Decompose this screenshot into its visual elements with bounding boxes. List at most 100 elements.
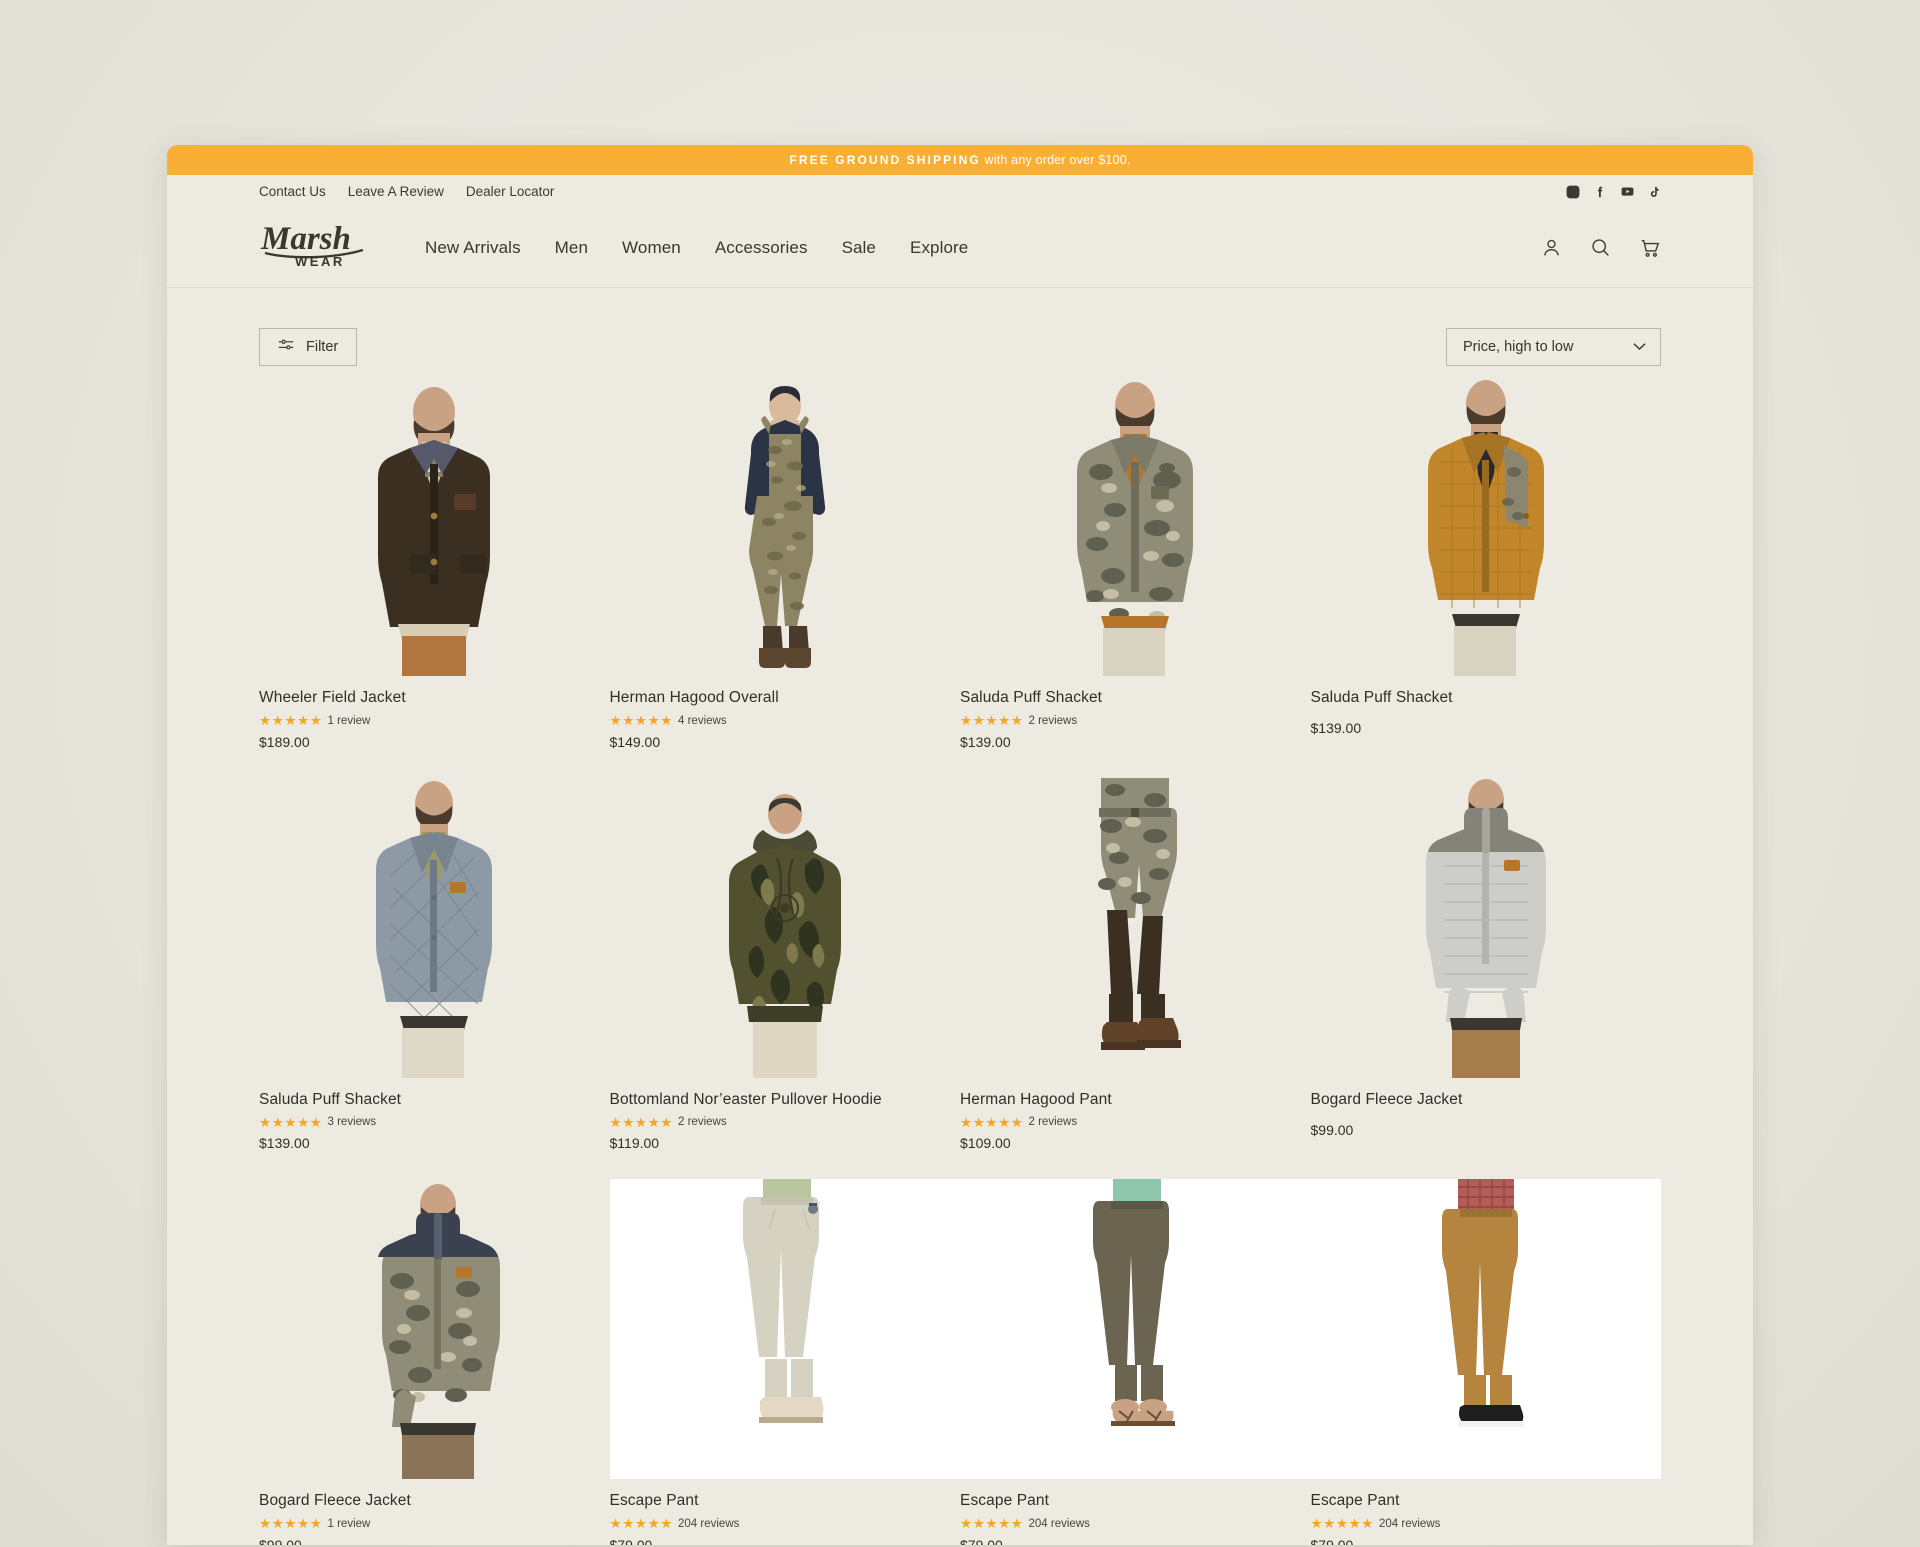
product-card[interactable]: Saluda Puff Shacket $139.00	[1311, 376, 1662, 750]
search-icon[interactable]	[1590, 237, 1611, 258]
announcement-text: FREE GROUND SHIPPING with any order over…	[789, 153, 1130, 167]
nav-item-accessories[interactable]: Accessories	[715, 238, 808, 258]
product-price: $119.00	[609, 1135, 660, 1151]
product-card[interactable]: Saluda Puff Shacket ★★★★★ 3 reviews $139…	[259, 777, 610, 1151]
product-card[interactable]: Wheeler Field Jacket ★★★★★ 1 review $189…	[259, 376, 610, 750]
tiktok-icon[interactable]	[1648, 185, 1661, 199]
nav-item-sale[interactable]: Sale	[842, 238, 876, 258]
product-image[interactable]	[259, 777, 610, 1078]
product-title: Escape Pant	[1310, 1492, 1400, 1509]
product-card[interactable]: Bogard Fleece Jacket $99.00	[1310, 777, 1662, 1152]
review-count: 1 review	[327, 1517, 371, 1530]
product-rating: ★★★★★ 4 reviews	[610, 714, 961, 728]
star-rating-icon: ★★★★★	[609, 713, 674, 728]
product-title: Herman Hagood Pant	[960, 1090, 1112, 1108]
filter-button-label: Filter	[306, 339, 339, 355]
main-nav: New Arrivals Men Women Accessories Sale …	[425, 238, 968, 258]
product-card[interactable]: Escape Pant ★★★★★ 204 reviews $79.00	[1310, 1179, 1662, 1546]
product-title: Bogard Fleece Jacket	[259, 1492, 411, 1509]
announcement-bar: FREE GROUND SHIPPING with any order over…	[167, 145, 1753, 175]
header-actions	[1541, 237, 1661, 259]
product-image[interactable]	[610, 777, 961, 1078]
product-price: $109.00	[960, 1135, 1011, 1151]
product-price: $139.00	[259, 1135, 310, 1151]
review-count: 1 review	[327, 714, 371, 727]
product-image[interactable]	[610, 376, 961, 676]
utility-link-dealer-locator[interactable]: Dealer Locator	[466, 184, 555, 199]
product-title: Bottomland Nor’easter Pullover Hoodie	[609, 1090, 882, 1108]
announcement-rest: with any order over $100.	[980, 153, 1131, 167]
product-price: $189.00	[259, 733, 310, 750]
product-image[interactable]	[1310, 1179, 1661, 1479]
site-header: Marsh WEAR New Arrivals Men Women Access…	[167, 208, 1753, 288]
product-card[interactable]: Bottomland Nor’easter Pullover Hoodie ★★…	[609, 777, 961, 1151]
star-rating-icon: ★★★★★	[1310, 1516, 1375, 1531]
utility-link-contact-us[interactable]: Contact Us	[259, 184, 326, 199]
product-card[interactable]: Escape Pant ★★★★★ 204 reviews $79.00	[609, 1179, 960, 1546]
product-image[interactable]	[960, 376, 1311, 676]
product-image[interactable]	[259, 376, 610, 676]
star-rating-icon: ★★★★★	[609, 1114, 674, 1130]
nav-item-new-arrivals[interactable]: New Arrivals	[425, 238, 521, 258]
product-card[interactable]: Escape Pant ★★★★★ 204 reviews $79.00	[960, 1179, 1311, 1545]
youtube-icon[interactable]	[1620, 184, 1635, 199]
product-rating: ★★★★★ 3 reviews	[259, 1115, 610, 1130]
product-rating: ★★★★★ 204 reviews	[1311, 1517, 1662, 1531]
product-image[interactable]	[1311, 777, 1662, 1078]
product-title: Saluda Puff Shacket	[259, 1090, 402, 1108]
product-image[interactable]	[609, 1179, 960, 1479]
product-price: $99.00	[1310, 1121, 1354, 1138]
cart-icon[interactable]	[1639, 237, 1661, 259]
facebook-icon[interactable]	[1593, 185, 1607, 199]
storefront-page: FREE GROUND SHIPPING with any order over…	[167, 145, 1753, 1545]
product-price: $99.00	[259, 1536, 302, 1546]
review-count: 2 reviews	[678, 1116, 727, 1129]
utility-link-leave-a-review[interactable]: Leave A Review	[348, 184, 444, 199]
sort-select[interactable]: Price, high to low	[1446, 328, 1661, 366]
social-links	[1566, 184, 1661, 199]
logo-primary-text: Marsh	[260, 221, 351, 257]
star-rating-icon: ★★★★★	[960, 713, 1024, 728]
nav-item-explore[interactable]: Explore	[910, 238, 968, 258]
product-rating: ★★★★★ 204 reviews	[960, 1517, 1311, 1531]
product-price: $79.00	[960, 1536, 1003, 1546]
product-rating: ★★★★★ 1 review	[259, 714, 610, 728]
product-card[interactable]: Saluda Puff Shacket ★★★★★ 2 reviews $139…	[960, 376, 1311, 750]
star-rating-icon: ★★★★★	[259, 713, 323, 728]
product-title: Wheeler Field Jacket	[259, 689, 406, 706]
utility-links: Contact Us Leave A Review Dealer Locator	[259, 184, 554, 199]
review-count: 2 reviews	[1028, 1116, 1078, 1129]
instagram-icon[interactable]	[1566, 185, 1580, 199]
collection-toolbar: Filter Price, high to low	[167, 288, 1753, 366]
product-card[interactable]: Herman Hagood Pant ★★★★★ 2 reviews $109.…	[960, 777, 1311, 1151]
product-price: $79.00	[1310, 1536, 1354, 1546]
product-rating: ★★★★★ 1 review	[259, 1517, 610, 1531]
product-image[interactable]	[1311, 376, 1662, 676]
chevron-down-icon	[1633, 338, 1646, 356]
brand-logo[interactable]: Marsh WEAR	[259, 219, 377, 276]
star-rating-icon: ★★★★★	[609, 1516, 674, 1531]
nav-item-women[interactable]: Women	[622, 238, 681, 258]
product-price: $79.00	[609, 1536, 653, 1546]
product-price: $139.00	[1310, 720, 1362, 736]
product-rating: ★★★★★ 2 reviews	[960, 1114, 1311, 1130]
product-title: Saluda Puff Shacket	[960, 689, 1103, 706]
review-count: 4 reviews	[678, 714, 727, 727]
product-image[interactable]	[259, 1179, 610, 1479]
star-rating-icon: ★★★★★	[960, 1114, 1024, 1130]
product-title: Bogard Fleece Jacket	[1310, 1090, 1463, 1108]
product-rating: ★★★★★ 2 reviews	[609, 1114, 961, 1130]
product-card[interactable]: Bogard Fleece Jacket ★★★★★ 1 review $99.…	[259, 1179, 610, 1545]
utility-bar: Contact Us Leave A Review Dealer Locator	[167, 175, 1753, 208]
product-title: Escape Pant	[960, 1492, 1049, 1509]
nav-item-men[interactable]: Men	[555, 238, 588, 258]
product-image[interactable]	[960, 777, 1311, 1078]
product-card[interactable]: Herman Hagood Overall ★★★★★ 4 reviews $1…	[610, 376, 961, 750]
product-title: Escape Pant	[609, 1492, 699, 1509]
product-image[interactable]	[960, 1179, 1311, 1479]
filter-button[interactable]: Filter	[259, 328, 358, 366]
account-icon[interactable]	[1541, 237, 1562, 258]
review-count: 204 reviews	[1379, 1517, 1441, 1530]
review-count: 204 reviews	[678, 1517, 740, 1530]
star-rating-icon: ★★★★★	[960, 1516, 1024, 1531]
